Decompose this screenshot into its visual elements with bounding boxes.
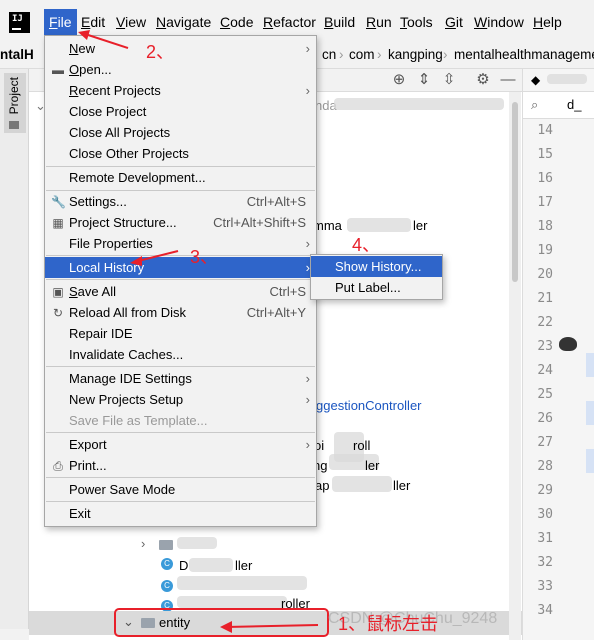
annotation-arrow-step2 bbox=[81, 32, 129, 49]
arrowhead-icon bbox=[78, 30, 90, 40]
arrowhead-icon bbox=[220, 621, 232, 633]
annotation-arrows bbox=[78, 30, 329, 637]
annotation-arrow-step1 bbox=[225, 624, 319, 628]
annotation-step2: 2、 bbox=[146, 42, 175, 62]
annotation-step4: 4、 bbox=[352, 235, 381, 255]
annotation-box-entity bbox=[114, 608, 329, 637]
annotation-step1: 1、鼠标左击 bbox=[338, 614, 439, 634]
arrowhead-icon bbox=[130, 256, 142, 266]
annotation-step3: 3、 bbox=[190, 247, 219, 267]
